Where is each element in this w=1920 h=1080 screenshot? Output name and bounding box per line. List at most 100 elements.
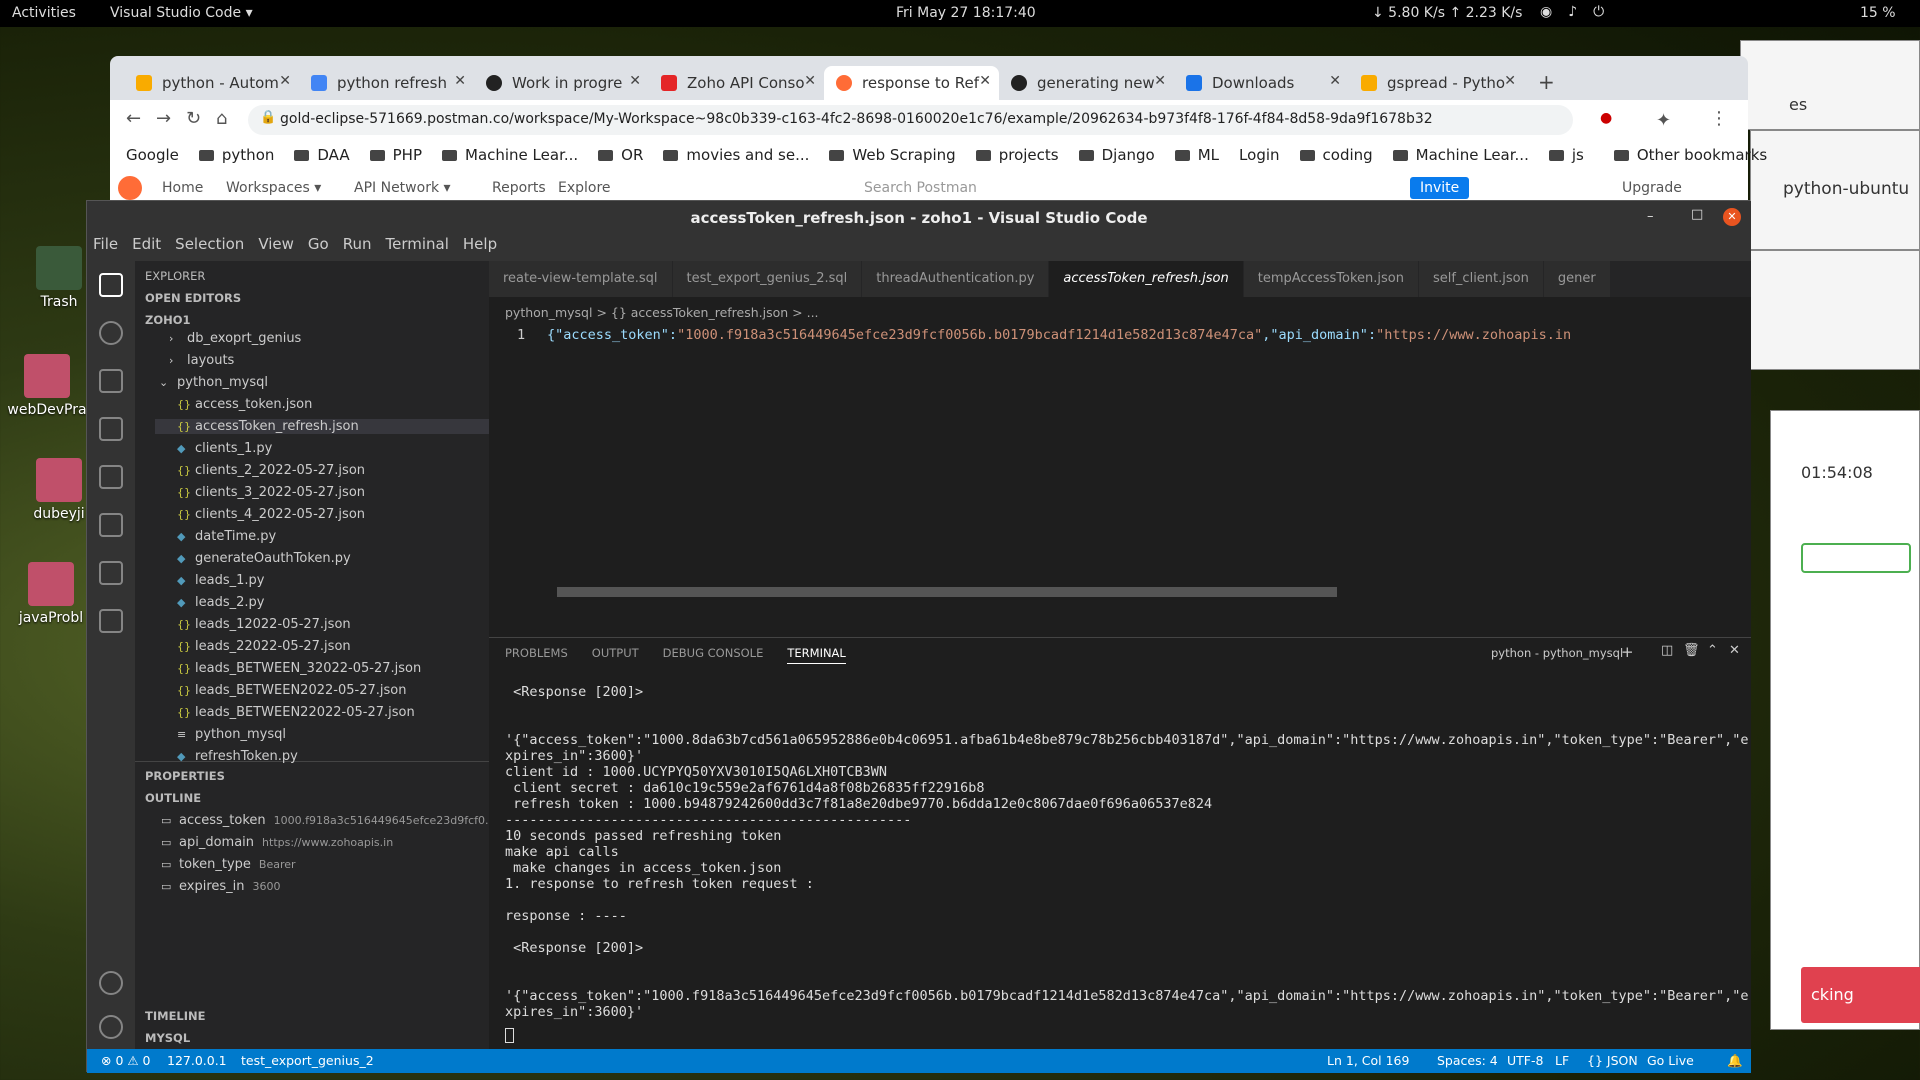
go-live-status[interactable]: Go Live <box>1647 1053 1694 1068</box>
maximize-icon[interactable]: □ <box>1691 207 1703 222</box>
home-icon[interactable]: ⌂ <box>216 108 227 129</box>
new-tab-button[interactable]: + <box>1524 66 1564 100</box>
postman-reports[interactable]: Reports <box>492 180 546 196</box>
database-icon[interactable] <box>99 561 123 585</box>
battery-label[interactable]: 15 % <box>1860 5 1896 21</box>
timer-input[interactable] <box>1801 543 1911 573</box>
file-item[interactable]: ◆ refreshToken.py <box>177 749 298 764</box>
background-window-terminal[interactable]: python-ubuntu <box>1750 130 1920 250</box>
gear-icon[interactable] <box>99 1015 123 1039</box>
tray-icons[interactable]: ◉ ♪ ⏻ <box>1540 4 1604 20</box>
postman-upgrade-button[interactable]: Upgrade <box>1622 180 1682 196</box>
editor-tab[interactable]: self_client.json <box>1418 261 1544 297</box>
search-icon[interactable] <box>99 321 123 345</box>
run-debug-icon[interactable] <box>99 417 123 441</box>
bookmark-folder[interactable]: projects <box>975 146 1059 164</box>
postman-search[interactable]: Search Postman <box>864 180 977 196</box>
back-icon[interactable]: ← <box>126 108 141 129</box>
menu-selection[interactable]: Selection <box>175 235 244 261</box>
properties-header[interactable]: PROPERTIES <box>145 769 225 783</box>
chevron-up-icon[interactable]: ⌃ <box>1707 643 1718 658</box>
encoding-status[interactable]: UTF-8 <box>1507 1053 1543 1068</box>
close-icon[interactable]: ✕ <box>1154 73 1166 89</box>
problems-status[interactable]: ⊗ 0 ⚠ 0 <box>101 1053 151 1068</box>
add-terminal-icon[interactable]: + <box>1621 643 1634 661</box>
outline-item[interactable]: ▭ api_domain https://www.zohoapis.in <box>161 835 393 850</box>
explorer-icon[interactable] <box>99 273 123 297</box>
editor-tab[interactable]: tempAccessToken.json <box>1243 261 1419 297</box>
breadcrumb[interactable]: python_mysql > {} accessToken_refresh.js… <box>505 305 819 320</box>
bookmark-folder[interactable]: Django <box>1078 146 1155 164</box>
menu-go[interactable]: Go <box>308 235 329 261</box>
file-item[interactable]: {} access_token.json <box>177 397 312 412</box>
outline-header[interactable]: OUTLINE <box>145 791 201 805</box>
extensions-icon[interactable] <box>99 465 123 489</box>
background-window-2[interactable] <box>1750 250 1920 370</box>
chrome-tab[interactable]: python refresh ✕ <box>299 66 474 100</box>
postman-workspaces[interactable]: Workspaces ▾ <box>226 180 321 196</box>
other-bookmarks[interactable]: Other bookmarks <box>1613 146 1767 164</box>
indent-status[interactable]: Spaces: 4 <box>1437 1053 1498 1068</box>
file-item[interactable]: {} clients_3_2022-05-27.json <box>177 485 365 500</box>
mysql-header[interactable]: MYSQL <box>145 1031 190 1045</box>
tab-terminal[interactable]: TERMINAL <box>787 646 846 664</box>
terminal-selector[interactable]: python - python_mysql <box>1491 646 1623 660</box>
trash-icon[interactable]: 🗑 <box>1683 643 1700 658</box>
file-item[interactable]: {} leads_BETWEEN22022-05-27.json <box>177 705 415 720</box>
editor-tab[interactable]: threadAuthentication.py <box>862 261 1050 297</box>
code-text[interactable]: {"access_token":"1000.f918a3c516449645ef… <box>547 327 1571 343</box>
bookmark-folder[interactable]: Web Scraping <box>829 146 956 164</box>
tracking-button[interactable]: cking <box>1801 967 1920 1023</box>
file-item[interactable]: {} leads_22022-05-27.json <box>177 639 351 654</box>
file-item[interactable]: ≡ python_mysql <box>177 727 286 742</box>
bookmark-folder[interactable]: OR <box>598 146 643 164</box>
file-item[interactable]: {} leads_BETWEEN2022-05-27.json <box>177 683 406 698</box>
file-item[interactable]: ◆ clients_1.py <box>177 441 272 456</box>
db-host-status[interactable]: 127.0.0.1 <box>167 1053 227 1068</box>
address-bar[interactable]: 🔒 gold-eclipse-571669.postman.co/workspa… <box>248 105 1573 135</box>
bookmark[interactable]: Login <box>1239 146 1279 164</box>
postman-home[interactable]: Home <box>162 180 203 196</box>
file-item[interactable]: ◆ generateOauthToken.py <box>177 551 351 566</box>
outline-item[interactable]: ▭ access_token 1000.f918a3c516449645efce23… <box>161 813 496 828</box>
horizontal-scrollbar[interactable] <box>557 587 1337 597</box>
bookmark[interactable]: Google <box>126 146 179 164</box>
folder-item[interactable]: › db_exoprt_genius <box>169 331 301 346</box>
editor-tab[interactable]: reate-view-template.sql <box>489 261 673 297</box>
close-icon[interactable]: ✕ <box>979 73 991 89</box>
file-item[interactable]: {} clients_4_2022-05-27.json <box>177 507 365 522</box>
close-icon[interactable]: ✕ <box>279 73 291 89</box>
db-name-status[interactable]: test_export_genius_2 <box>241 1053 374 1068</box>
chrome-tab[interactable]: python - Autom ✕ <box>124 66 299 100</box>
postman-invite-button[interactable]: Invite <box>1410 177 1470 199</box>
workspace-header[interactable]: ZOHO1 <box>145 313 191 327</box>
layers-icon[interactable] <box>99 609 123 633</box>
close-icon[interactable]: ✕ <box>454 73 466 89</box>
file-item[interactable]: ◆ leads_2.py <box>177 595 264 610</box>
bookmark-folder[interactable]: coding <box>1299 146 1373 164</box>
bookmark-folder[interactable]: python <box>198 146 274 164</box>
outline-item[interactable]: ▭ token_type Bearer <box>161 857 296 872</box>
menu-edit[interactable]: Edit <box>132 235 161 261</box>
chrome-tab[interactable]: Zoho API Conso ✕ <box>649 66 824 100</box>
timeline-header[interactable]: TIMELINE <box>145 1009 206 1023</box>
bookmark-folder[interactable]: DAA <box>294 146 350 164</box>
chrome-tab[interactable]: Downloads ✕ <box>1174 66 1349 100</box>
testing-icon[interactable] <box>99 513 123 537</box>
background-window-timer[interactable]: 01:54:08 cking <box>1770 410 1920 1030</box>
tab-debug-console[interactable]: DEBUG CONSOLE <box>663 646 764 664</box>
abp-extension-icon[interactable]: ● <box>1600 110 1612 126</box>
minimize-icon[interactable]: – <box>1647 209 1654 224</box>
account-icon[interactable] <box>99 971 123 995</box>
bookmark-folder[interactable]: ML <box>1174 146 1219 164</box>
file-item[interactable]: {} leads_12022-05-27.json <box>177 617 351 632</box>
menu-terminal[interactable]: Terminal <box>386 235 449 261</box>
language-status[interactable]: {} JSON <box>1587 1053 1638 1068</box>
close-icon[interactable]: ✕ <box>1729 643 1740 658</box>
app-menu[interactable]: Visual Studio Code ▾ <box>110 5 253 21</box>
close-icon[interactable]: ✕ <box>629 73 641 89</box>
editor-tab-active[interactable]: accessToken_refresh.json <box>1049 261 1244 297</box>
file-item[interactable]: {} accessToken_refresh.json <box>155 419 489 434</box>
bell-icon[interactable]: 🔔 <box>1727 1053 1743 1069</box>
close-icon[interactable]: ✕ <box>1504 73 1516 89</box>
